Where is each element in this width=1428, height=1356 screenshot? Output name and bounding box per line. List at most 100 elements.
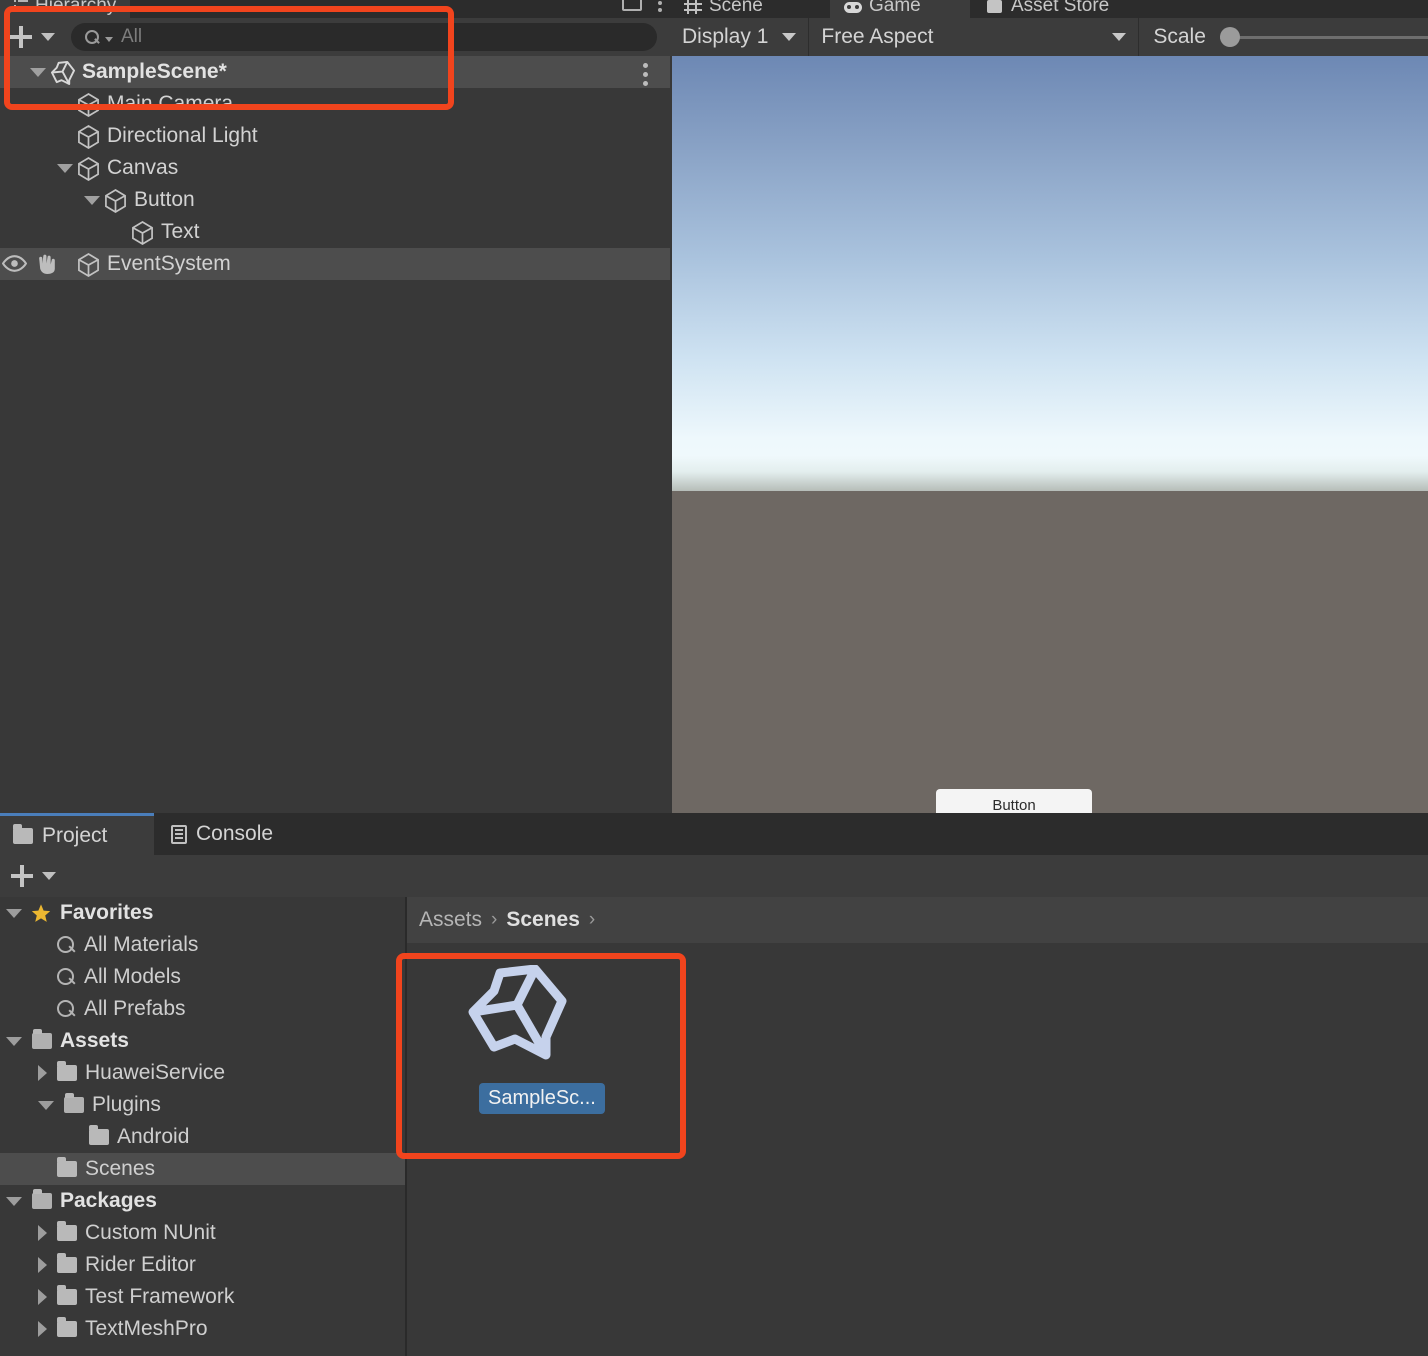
create-asset-button[interactable] xyxy=(9,863,35,889)
project-tree-row-label: All Models xyxy=(84,965,181,988)
tab-hierarchy[interactable]: Hierarchy xyxy=(0,0,131,18)
project-tree-row[interactable]: Scenes xyxy=(0,1153,405,1185)
game-toolbar: Display 1 Free Aspect Scale xyxy=(670,18,1428,56)
ui-button[interactable]: Button xyxy=(936,789,1092,813)
project-tree-row[interactable]: HuaweiService xyxy=(0,1057,405,1089)
pointer-hand-icon[interactable] xyxy=(36,252,59,275)
skybox-ground xyxy=(672,491,1428,813)
tab-console-label: Console xyxy=(196,822,274,845)
folder-icon xyxy=(13,823,33,844)
console-icon xyxy=(171,824,187,844)
kebab-icon[interactable] xyxy=(658,0,662,12)
hierarchy-row-label: Text xyxy=(161,220,200,243)
game-viewport[interactable]: Button xyxy=(672,56,1428,813)
game-pad-icon xyxy=(844,0,862,14)
eye-icon[interactable] xyxy=(2,255,27,272)
visibility-toggles[interactable] xyxy=(2,252,59,275)
project-tree-row[interactable]: All Models xyxy=(0,961,405,993)
hierarchy-row[interactable]: SampleScene* xyxy=(0,56,670,88)
collapse-arrow-icon[interactable] xyxy=(38,1065,47,1081)
tab-project-label: Project xyxy=(42,823,108,847)
hierarchy-row[interactable]: Directional Light xyxy=(0,120,670,152)
aspect-dropdown[interactable]: Free Aspect xyxy=(809,18,1140,56)
project-tree-row[interactable]: Custom NUnit xyxy=(0,1217,405,1249)
tab-label: Scene xyxy=(709,0,763,16)
project-tree-row[interactable]: Rider Editor xyxy=(0,1249,405,1281)
hierarchy-tree[interactable]: SampleScene* Main Camera Directional Light… xyxy=(0,56,670,813)
hierarchy-row[interactable]: Canvas xyxy=(0,152,670,184)
hierarchy-row[interactable]: EventSystem xyxy=(0,248,670,280)
tab-project[interactable]: Project xyxy=(0,813,154,855)
skybox-sky xyxy=(672,56,1428,491)
project-tree-row[interactable]: Android xyxy=(0,1121,405,1153)
chevron-right-icon: › xyxy=(491,909,498,930)
chevron-down-icon[interactable] xyxy=(42,872,56,880)
tab-scene[interactable]: Scene xyxy=(670,0,828,18)
scale-control: Scale xyxy=(1139,25,1428,49)
gameobject-cube-icon xyxy=(78,92,99,117)
display-dropdown-label: Display 1 xyxy=(682,25,769,48)
tab-game[interactable]: Game xyxy=(830,0,970,18)
project-folder-tree[interactable]: Favorites All Materials All Models All Pref… xyxy=(0,897,405,1356)
folder-icon xyxy=(57,1221,77,1241)
chevron-down-icon xyxy=(782,33,797,41)
maximize-icon[interactable] xyxy=(622,0,642,11)
hierarchy-row[interactable]: Button xyxy=(0,184,670,216)
folder-open-icon xyxy=(64,1093,84,1113)
breadcrumb-item-assets[interactable]: Assets xyxy=(419,908,482,932)
breadcrumb[interactable]: Assets › Scenes › xyxy=(407,897,1428,943)
asset-store-icon xyxy=(986,0,1004,14)
project-tree-row[interactable]: Test Framework xyxy=(0,1281,405,1313)
chevron-down-icon xyxy=(105,37,113,42)
game-tab-bar[interactable]: Scene Game Asset Store xyxy=(670,0,1428,18)
collapse-arrow-icon[interactable] xyxy=(38,1257,47,1273)
chevron-down-icon[interactable] xyxy=(41,33,55,41)
scale-slider[interactable] xyxy=(1219,27,1428,47)
expand-arrow-icon[interactable] xyxy=(38,1100,54,1110)
expand-arrow-icon[interactable] xyxy=(6,1036,22,1046)
folder-icon xyxy=(57,1061,77,1081)
hierarchy-icon xyxy=(14,0,28,12)
project-tree-row[interactable]: Assets xyxy=(0,1025,405,1057)
asset-grid[interactable]: SampleSc... xyxy=(407,943,1428,1356)
expand-arrow-icon[interactable] xyxy=(84,195,100,205)
project-tree-row[interactable]: Favorites xyxy=(0,897,405,929)
asset-item[interactable]: SampleSc... xyxy=(442,955,697,1130)
collapse-arrow-icon[interactable] xyxy=(38,1289,47,1305)
collapse-arrow-icon[interactable] xyxy=(38,1321,47,1337)
chevron-right-icon: › xyxy=(588,909,596,930)
search-icon xyxy=(57,967,76,987)
expand-arrow-icon[interactable] xyxy=(6,1196,22,1206)
hierarchy-tab-bar: Hierarchy xyxy=(0,0,670,18)
project-tree-row[interactable]: Packages xyxy=(0,1185,405,1217)
kebab-icon[interactable] xyxy=(643,63,648,86)
tab-asset-store[interactable]: Asset Store xyxy=(972,0,1152,18)
display-dropdown[interactable]: Display 1 xyxy=(670,18,810,56)
breadcrumb-item-scenes[interactable]: Scenes xyxy=(506,908,580,932)
hierarchy-row[interactable]: Text xyxy=(0,216,670,248)
collapse-arrow-icon[interactable] xyxy=(38,1225,47,1241)
project-tree-row[interactable]: TextMeshPro xyxy=(0,1313,405,1345)
hierarchy-row[interactable]: Main Camera xyxy=(0,88,670,120)
search-input[interactable]: All xyxy=(71,23,657,51)
gameobject-cube-icon xyxy=(105,188,126,213)
tab-console[interactable]: Console xyxy=(154,813,354,855)
hierarchy-row-label: Main Camera xyxy=(107,92,234,115)
aspect-dropdown-label: Free Aspect xyxy=(821,25,934,48)
project-tree-row[interactable]: All Materials xyxy=(0,929,405,961)
hierarchy-row-label: Button xyxy=(134,188,195,211)
project-tree-row[interactable]: All Prefabs xyxy=(0,993,405,1025)
project-toolbar xyxy=(0,855,1428,897)
expand-arrow-icon[interactable] xyxy=(57,163,73,173)
scene-grid-icon xyxy=(684,0,702,14)
gameobject-cube-icon xyxy=(78,252,99,277)
expand-arrow-icon[interactable] xyxy=(6,908,22,918)
add-gameobject-button[interactable] xyxy=(8,24,34,50)
project-tree-row-label: All Prefabs xyxy=(84,997,186,1020)
scale-slider-handle[interactable] xyxy=(1219,27,1240,47)
expand-arrow-icon[interactable] xyxy=(30,67,46,77)
project-tree-row-label: Custom NUnit xyxy=(85,1221,216,1244)
project-tree-row[interactable]: Plugins xyxy=(0,1089,405,1121)
